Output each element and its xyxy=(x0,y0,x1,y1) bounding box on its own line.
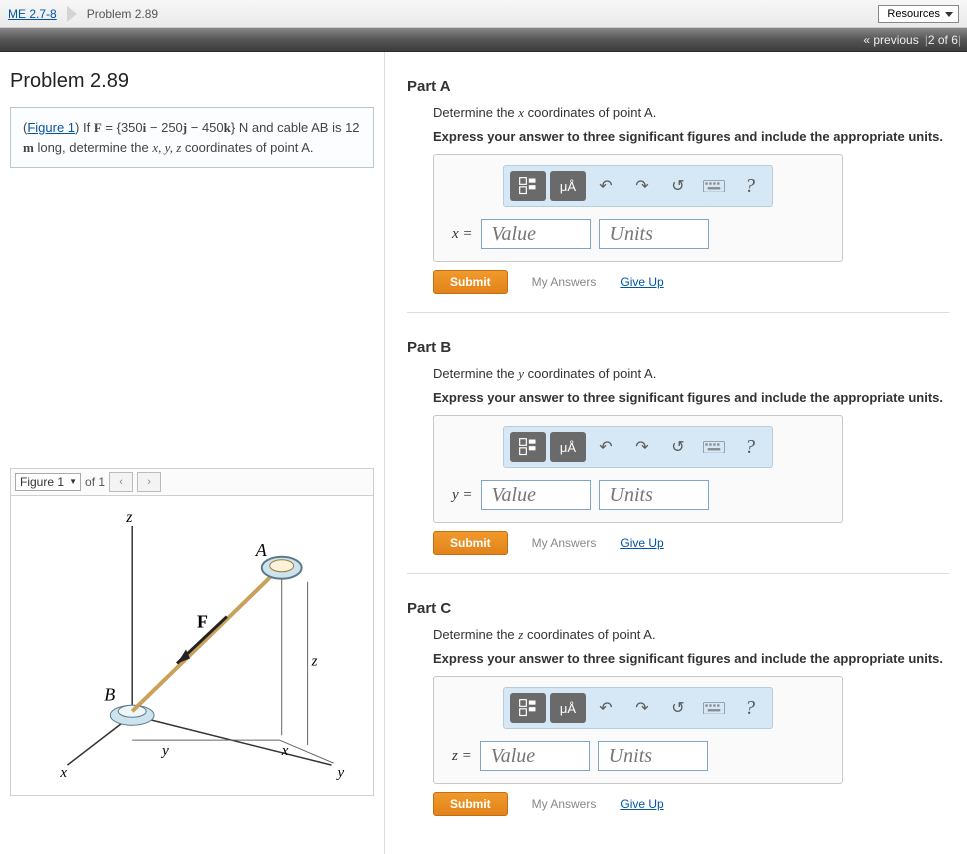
submit-button[interactable]: Submit xyxy=(433,792,508,816)
problem-statement: (Figure 1) If F = {350i − 250j − 450k} N… xyxy=(10,107,374,168)
undo-icon[interactable]: ↶ xyxy=(590,432,622,462)
my-answers-link[interactable]: My Answers xyxy=(532,536,597,550)
part-bold-instruction: Express your answer to three significant… xyxy=(433,651,949,666)
value-input[interactable] xyxy=(481,219,591,249)
part-instruction: Determine the z coordinates of point A. xyxy=(433,627,949,643)
redo-icon[interactable]: ↷ xyxy=(626,171,658,201)
part-instruction: Determine the y coordinates of point A. xyxy=(433,366,949,382)
reset-icon[interactable]: ↺ xyxy=(662,693,694,723)
redo-icon[interactable]: ↷ xyxy=(626,693,658,723)
nav-divider-end: | xyxy=(958,33,961,47)
templates-icon xyxy=(518,437,538,457)
part-divider xyxy=(407,573,949,574)
figure-next-button[interactable]: › xyxy=(137,472,161,492)
problem-nav-bar: « previous | 2 of 6 | xyxy=(0,28,967,52)
help-icon[interactable]: ? xyxy=(734,693,766,723)
help-icon[interactable]: ? xyxy=(734,171,766,201)
answer-toolbar: μÅ ↶ ↷ ↺ ? xyxy=(503,426,773,468)
part-instruction: Determine the x coordinates of point A. xyxy=(433,105,949,121)
submit-button[interactable]: Submit xyxy=(433,531,508,555)
answer-box: μÅ ↶ ↷ ↺ ? z = xyxy=(433,676,843,784)
point-a-label: A xyxy=(255,540,268,560)
part-block: Part A Determine the x coordinates of po… xyxy=(407,78,949,313)
templates-button[interactable] xyxy=(510,171,546,201)
breadcrumb-bar: ME 2.7-8 Problem 2.89 Resources xyxy=(0,0,967,28)
dim-z-label: z xyxy=(311,653,318,669)
answer-toolbar: μÅ ↶ ↷ ↺ ? xyxy=(503,165,773,207)
chevron-right-icon xyxy=(67,6,77,22)
figure-controls: Figure 1 of 1 ‹ › xyxy=(10,468,374,496)
reset-icon[interactable]: ↺ xyxy=(662,432,694,462)
figure-select[interactable]: Figure 1 xyxy=(15,473,81,491)
figure-prev-button[interactable]: ‹ xyxy=(109,472,133,492)
figure-count: of 1 xyxy=(85,475,105,489)
dim-y-label: y xyxy=(160,743,169,759)
answer-box: μÅ ↶ ↷ ↺ ? x = xyxy=(433,154,843,262)
axis-z-label: z xyxy=(125,509,132,526)
give-up-link[interactable]: Give Up xyxy=(620,797,663,811)
part-block: Part C Determine the z coordinates of po… xyxy=(407,600,949,816)
keyboard-icon[interactable] xyxy=(698,693,730,723)
axis-y-label: y xyxy=(336,765,345,781)
undo-icon[interactable]: ↶ xyxy=(590,693,622,723)
problem-position: 2 of 6 xyxy=(928,33,958,47)
units-input[interactable] xyxy=(599,480,709,510)
problem-title: Problem 2.89 xyxy=(10,70,374,93)
units-button[interactable]: μÅ xyxy=(550,693,586,723)
templates-button[interactable] xyxy=(510,432,546,462)
part-label: Part C xyxy=(407,600,949,617)
templates-button[interactable] xyxy=(510,693,546,723)
answer-toolbar: μÅ ↶ ↷ ↺ ? xyxy=(503,687,773,729)
redo-icon[interactable]: ↷ xyxy=(626,432,658,462)
variable-label: y = xyxy=(452,487,473,504)
part-label: Part A xyxy=(407,78,949,95)
part-bold-instruction: Express your answer to three significant… xyxy=(433,129,949,144)
variable-label: x = xyxy=(452,226,473,243)
figure-canvas: z A B F x y z x y xyxy=(10,496,374,796)
help-icon[interactable]: ? xyxy=(734,432,766,462)
force-label: F xyxy=(197,612,208,632)
resources-dropdown[interactable]: Resources xyxy=(878,5,959,23)
answer-box: μÅ ↶ ↷ ↺ ? y = xyxy=(433,415,843,523)
give-up-link[interactable]: Give Up xyxy=(620,536,663,550)
undo-icon[interactable]: ↶ xyxy=(590,171,622,201)
reset-icon[interactable]: ↺ xyxy=(662,171,694,201)
dim-x-label: x xyxy=(281,743,289,759)
units-button[interactable]: μÅ xyxy=(550,432,586,462)
give-up-link[interactable]: Give Up xyxy=(620,275,663,289)
my-answers-link[interactable]: My Answers xyxy=(532,797,597,811)
point-b-label: B xyxy=(104,684,115,704)
breadcrumb-current: Problem 2.89 xyxy=(87,7,158,21)
templates-icon xyxy=(518,176,538,196)
units-input[interactable] xyxy=(598,741,708,771)
keyboard-icon[interactable] xyxy=(698,432,730,462)
part-label: Part B xyxy=(407,339,949,356)
part-block: Part B Determine the y coordinates of po… xyxy=(407,339,949,574)
part-divider xyxy=(407,312,949,313)
variable-label: z = xyxy=(452,748,472,765)
part-bold-instruction: Express your answer to three significant… xyxy=(433,390,949,405)
units-button[interactable]: μÅ xyxy=(550,171,586,201)
prev-problem-link[interactable]: « previous xyxy=(863,33,918,47)
value-input[interactable] xyxy=(481,480,591,510)
submit-button[interactable]: Submit xyxy=(433,270,508,294)
templates-icon xyxy=(518,698,538,718)
figure-link[interactable]: Figure 1 xyxy=(27,120,75,135)
keyboard-icon[interactable] xyxy=(698,171,730,201)
axis-x-label: x xyxy=(59,765,67,781)
my-answers-link[interactable]: My Answers xyxy=(532,275,597,289)
value-input[interactable] xyxy=(480,741,590,771)
course-link[interactable]: ME 2.7-8 xyxy=(8,7,57,21)
units-input[interactable] xyxy=(599,219,709,249)
